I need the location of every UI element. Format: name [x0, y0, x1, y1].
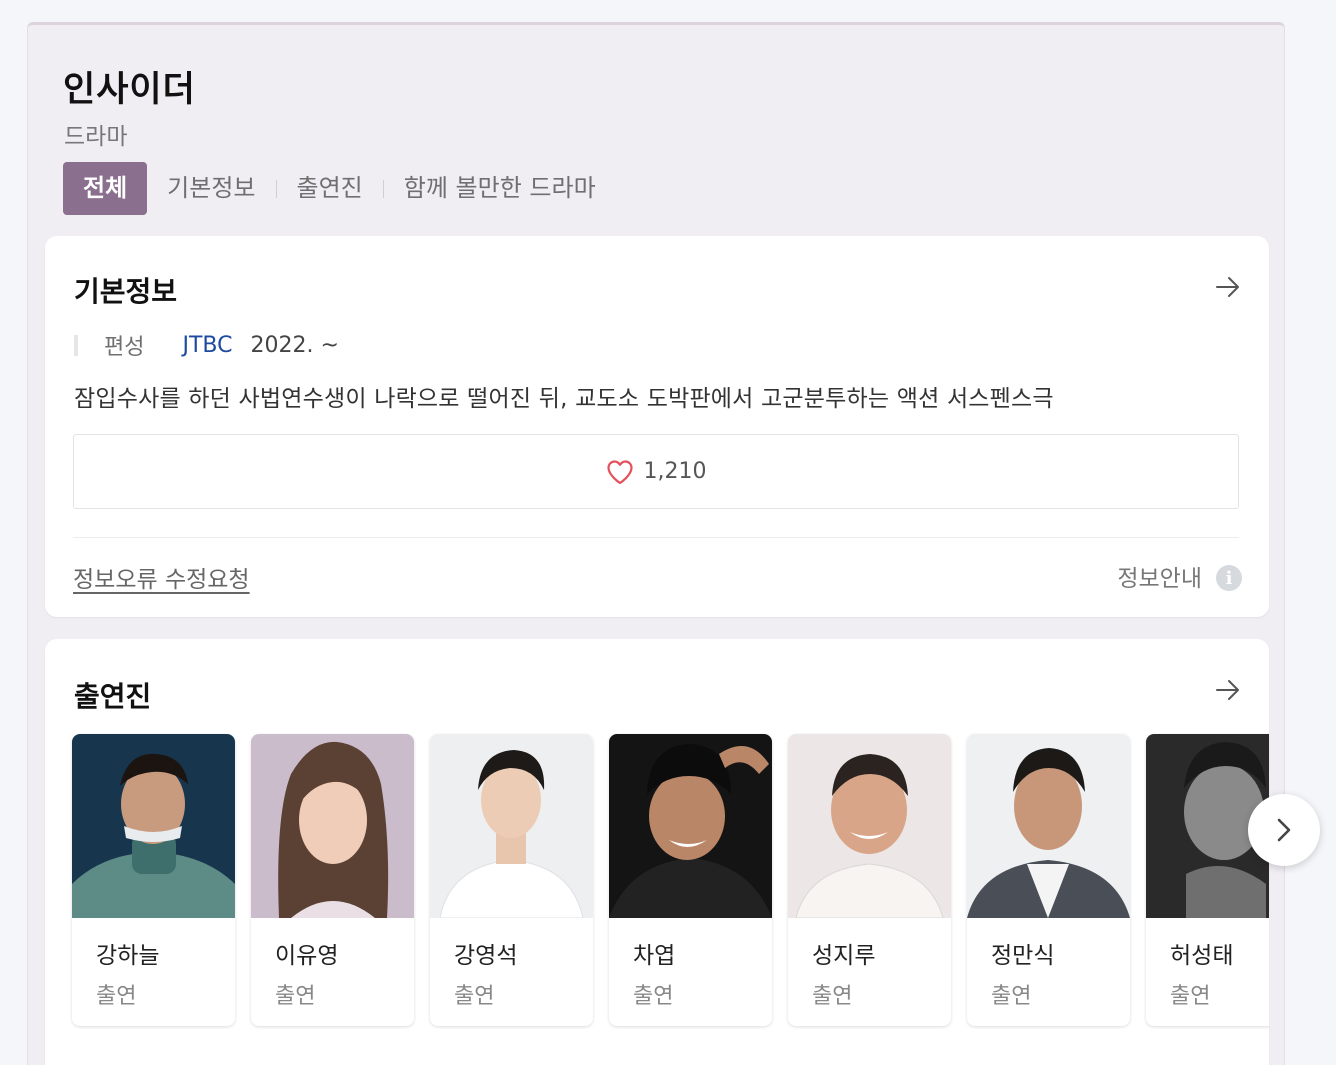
network-link[interactable]: JTBC [182, 333, 232, 358]
cast-name: 차엽 [633, 943, 676, 969]
cast-role: 출연 [991, 984, 1032, 1009]
arrow-right-icon[interactable] [1213, 675, 1243, 705]
cast-item[interactable]: 강하늘 출연 [72, 734, 235, 1026]
like-button[interactable]: 1,210 [73, 434, 1239, 509]
cast-name: 허성태 [1170, 943, 1234, 969]
page-subtitle: 드라마 [64, 124, 128, 150]
cast-role: 출연 [633, 984, 674, 1009]
air-date: 2022. ~ [250, 332, 339, 358]
page-title: 인사이더 [63, 70, 196, 110]
meta-bar [74, 334, 78, 356]
info-guide-button[interactable]: 정보안내 i [1117, 559, 1242, 593]
synopsis: 잠입수사를 하던 사법연수생이 나락으로 떨어진 뒤, 교도소 도박판에서 고군… [74, 386, 1054, 412]
cast-item[interactable]: 허성태 출연 [1146, 734, 1269, 1026]
cast-item[interactable]: 정만식 출연 [967, 734, 1130, 1026]
chevron-right-icon [1277, 818, 1291, 842]
cast-name: 성지루 [812, 943, 876, 969]
arrow-right-icon[interactable] [1213, 272, 1243, 302]
cast-photo [788, 734, 951, 918]
cast-card: 출연진 강하늘 출연 이유영 출연 강영석 출연 차엽 출연 성지루 출연 정만… [45, 639, 1269, 1065]
info-guide-label: 정보안내 [1117, 566, 1202, 592]
cast-photo [251, 734, 414, 918]
cast-list: 강하늘 출연 이유영 출연 강영석 출연 차엽 출연 성지루 출연 정만식 출연… [72, 734, 1269, 1026]
tab-bar: 전체 기본정보 출연진 함께 볼만한 드라마 [63, 162, 616, 215]
cast-name: 이유영 [275, 943, 339, 969]
broadcast-meta: 편성 JTBC 2022. ~ [74, 329, 339, 361]
info-icon: i [1216, 565, 1242, 591]
cast-role: 출연 [275, 984, 316, 1009]
basic-info-card: 기본정보 편성 JTBC 2022. ~ 잠입수사를 하던 사법연수생이 나락으… [45, 236, 1269, 617]
report-error-link[interactable]: 정보오류 수정요청 [73, 560, 250, 594]
cast-photo [430, 734, 593, 918]
cast-role: 출연 [812, 984, 853, 1009]
divider [73, 537, 1239, 538]
heart-icon [606, 459, 633, 484]
cast-item[interactable]: 이유영 출연 [251, 734, 414, 1026]
like-count: 1,210 [643, 459, 707, 484]
meta-label: 편성 [104, 335, 145, 360]
cast-item[interactable]: 강영석 출연 [430, 734, 593, 1026]
cast-name: 강영석 [454, 943, 518, 969]
tab-recommended-dramas[interactable]: 함께 볼만한 드라마 [384, 162, 616, 215]
cast-title: 출연진 [74, 680, 152, 713]
cast-role: 출연 [96, 984, 137, 1009]
tab-all[interactable]: 전체 [63, 162, 148, 215]
cast-name: 정만식 [991, 943, 1055, 969]
cast-photo [72, 734, 235, 918]
cast-item[interactable]: 차엽 출연 [609, 734, 772, 1026]
cast-item[interactable]: 성지루 출연 [788, 734, 951, 1026]
tab-cast[interactable]: 출연진 [277, 162, 383, 215]
carousel-next-button[interactable] [1248, 794, 1320, 866]
cast-photo [609, 734, 772, 918]
tab-basic-info[interactable]: 기본정보 [147, 162, 275, 215]
drama-info-panel: 인사이더 드라마 전체 기본정보 출연진 함께 볼만한 드라마 기본정보 편성 … [27, 22, 1285, 1065]
cast-role: 출연 [454, 984, 495, 1009]
cast-name: 강하늘 [96, 943, 160, 969]
cast-photo [967, 734, 1130, 918]
cast-role: 출연 [1170, 984, 1211, 1009]
basic-info-title: 기본정보 [74, 275, 178, 308]
